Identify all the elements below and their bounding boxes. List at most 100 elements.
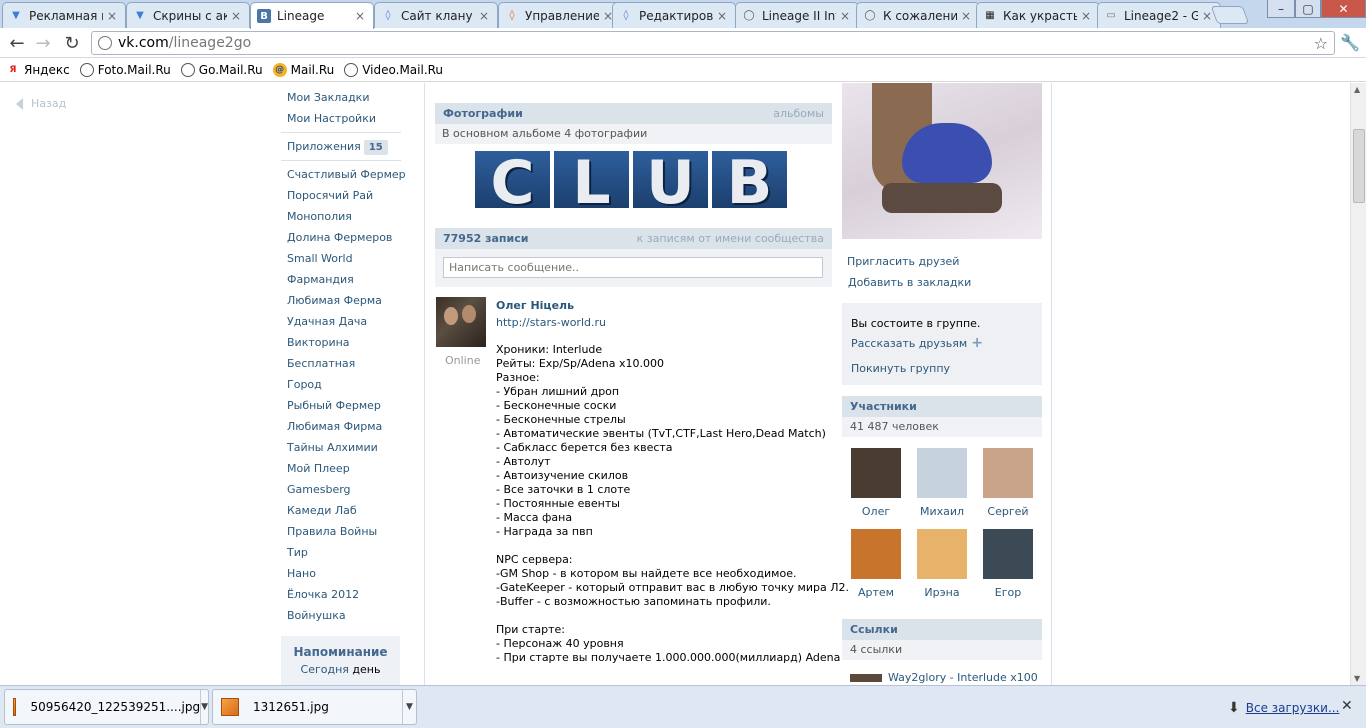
address-bar[interactable]: vk.com/lineage2go ☆: [91, 31, 1335, 55]
browser-tab[interactable]: ▭ Lineage2 - Go ×: [1097, 2, 1221, 28]
tab-close-icon[interactable]: ×: [1081, 9, 1093, 23]
app-link[interactable]: Викторина: [281, 332, 401, 353]
menu-bookmarks[interactable]: Мои Закладки: [281, 87, 401, 108]
page-info-icon[interactable]: [98, 36, 112, 50]
app-link[interactable]: Любимая Фирма: [281, 416, 401, 437]
tell-friends-link[interactable]: Рассказать друзьям +: [851, 335, 983, 351]
member-name[interactable]: Олег: [846, 505, 906, 518]
post-url-link[interactable]: http://stars-world.ru: [496, 316, 606, 329]
app-link[interactable]: Рыбный Фермер: [281, 395, 401, 416]
leave-group-link[interactable]: Покинуть группу: [851, 362, 950, 375]
app-link[interactable]: Город: [281, 374, 401, 395]
app-link[interactable]: Ёлочка 2012: [281, 584, 401, 605]
member-avatar[interactable]: [983, 529, 1033, 579]
reload-icon[interactable]: ↻: [61, 32, 83, 54]
reminder-link[interactable]: Сегодня: [301, 663, 349, 676]
browser-tab[interactable]: ▼ Рекламная к ×: [2, 2, 126, 28]
minimize-button[interactable]: –: [1267, 0, 1295, 18]
app-link[interactable]: Gamesberg: [281, 479, 401, 500]
post-author-avatar[interactable]: [436, 297, 486, 347]
browser-tab[interactable]: ◊ Редактирова ×: [612, 2, 736, 28]
community-posts-link[interactable]: к записям от имени сообщества: [637, 232, 824, 245]
club-photo-banner[interactable]: C L U B: [475, 151, 790, 208]
post-author-link[interactable]: Олег Ніцель: [496, 299, 574, 312]
member-avatar[interactable]: [851, 529, 901, 579]
group-cover-image[interactable]: [842, 83, 1042, 239]
browser-tab[interactable]: ◊ Управление ×: [498, 2, 622, 28]
browser-tab[interactable]: ◊ Сайт клану "I ×: [374, 2, 498, 28]
bookmark-mail[interactable]: @ Mail.Ru: [272, 62, 334, 77]
app-link[interactable]: Монополия: [281, 206, 401, 227]
member-name[interactable]: Егор: [978, 586, 1038, 599]
tab-close-icon[interactable]: ×: [479, 9, 491, 23]
member-name[interactable]: Артем: [846, 586, 906, 599]
browser-tab-active[interactable]: B Lineage ×: [250, 2, 374, 29]
member-card[interactable]: Михаил: [912, 448, 972, 518]
member-name[interactable]: Сергей: [978, 505, 1038, 518]
bookmark-star-icon[interactable]: ☆: [1314, 34, 1328, 53]
window-close-button[interactable]: ✕: [1321, 0, 1366, 18]
tab-close-icon[interactable]: ×: [961, 9, 973, 23]
browser-tab[interactable]: ▼ Скрины с акт ×: [126, 2, 250, 28]
app-link[interactable]: Камеди Лаб: [281, 500, 401, 521]
chevron-down-icon[interactable]: ▼: [402, 690, 416, 724]
app-link[interactable]: Бесплатная: [281, 353, 401, 374]
tab-close-icon[interactable]: ×: [717, 9, 729, 23]
tab-close-icon[interactable]: ×: [231, 9, 243, 23]
app-link[interactable]: Мой Плеер: [281, 458, 401, 479]
app-link[interactable]: Войнушка: [281, 605, 401, 626]
bookmark-video-mail[interactable]: Video.Mail.Ru: [344, 62, 443, 77]
wrench-icon[interactable]: 🔧: [1340, 33, 1360, 52]
menu-settings[interactable]: Мои Настройки: [281, 108, 401, 129]
albums-link[interactable]: альбомы: [773, 107, 824, 120]
tab-close-icon[interactable]: ×: [107, 9, 119, 23]
app-link[interactable]: Любимая Ферма: [281, 290, 401, 311]
member-name[interactable]: Ирэна: [912, 586, 972, 599]
bookmark-foto-mail[interactable]: Foto.Mail.Ru: [79, 62, 171, 77]
tab-close-icon[interactable]: ×: [840, 9, 852, 23]
members-header[interactable]: Участники: [842, 396, 1042, 417]
member-card[interactable]: Сергей: [978, 448, 1038, 518]
menu-apps[interactable]: Приложения 15: [281, 136, 401, 157]
member-avatar[interactable]: [851, 448, 901, 498]
member-avatar[interactable]: [917, 448, 967, 498]
app-link[interactable]: Тир: [281, 542, 401, 563]
app-link[interactable]: Поросячий Рай: [281, 185, 401, 206]
tab-close-icon[interactable]: ×: [355, 9, 367, 23]
photos-title[interactable]: Фотографии: [443, 107, 523, 120]
bookmark-yandex[interactable]: Я Яндекс: [6, 63, 70, 77]
invite-friends-link[interactable]: Пригласить друзей: [847, 255, 959, 268]
member-avatar[interactable]: [917, 529, 967, 579]
chevron-down-icon[interactable]: ▼: [200, 690, 208, 724]
close-downloads-icon[interactable]: ✕: [1341, 698, 1353, 714]
add-bookmarks-link[interactable]: Добавить в закладки: [848, 276, 971, 289]
member-card[interactable]: Олег: [846, 448, 906, 518]
links-header[interactable]: Ссылки: [842, 619, 1042, 640]
wall-message-input[interactable]: Написать сообщение..: [443, 257, 823, 278]
browser-tab[interactable]: ◯ К сожалению ×: [856, 2, 980, 28]
back-link[interactable]: Назад: [16, 97, 66, 110]
new-tab-button[interactable]: [1210, 6, 1250, 24]
browser-tab[interactable]: ▦ Как украсть ×: [976, 2, 1100, 28]
member-avatar[interactable]: [983, 448, 1033, 498]
member-card[interactable]: Артем: [846, 529, 906, 599]
maximize-button[interactable]: ▢: [1295, 0, 1321, 18]
member-card[interactable]: Ирэна: [912, 529, 972, 599]
app-link[interactable]: Small World: [281, 248, 401, 269]
download-item[interactable]: 50956420_122539251....jpg ▼: [4, 689, 209, 725]
link-item[interactable]: Way2glory - Interlude x100: [850, 671, 1038, 684]
all-downloads-link[interactable]: ⬇ Все загрузки...: [1228, 700, 1339, 716]
wall-count[interactable]: 77952 записи: [443, 232, 528, 245]
scrollbar-thumb[interactable]: [1353, 129, 1365, 203]
member-name[interactable]: Михаил: [912, 505, 972, 518]
app-link[interactable]: Долина Фермеров: [281, 227, 401, 248]
back-arrow-icon[interactable]: ←: [6, 32, 28, 54]
browser-tab[interactable]: ◯ Lineage II Inte ×: [735, 2, 859, 28]
app-link[interactable]: Правила Войны: [281, 521, 401, 542]
scroll-up-icon[interactable]: ▲: [1354, 85, 1360, 94]
app-link[interactable]: Счастливый Фермер: [281, 164, 406, 185]
scroll-down-icon[interactable]: ▼: [1354, 674, 1360, 683]
bookmark-go-mail[interactable]: Go.Mail.Ru: [180, 62, 263, 77]
app-link[interactable]: Удачная Дача: [281, 311, 401, 332]
page-scrollbar[interactable]: ▲ ▼: [1350, 83, 1366, 685]
